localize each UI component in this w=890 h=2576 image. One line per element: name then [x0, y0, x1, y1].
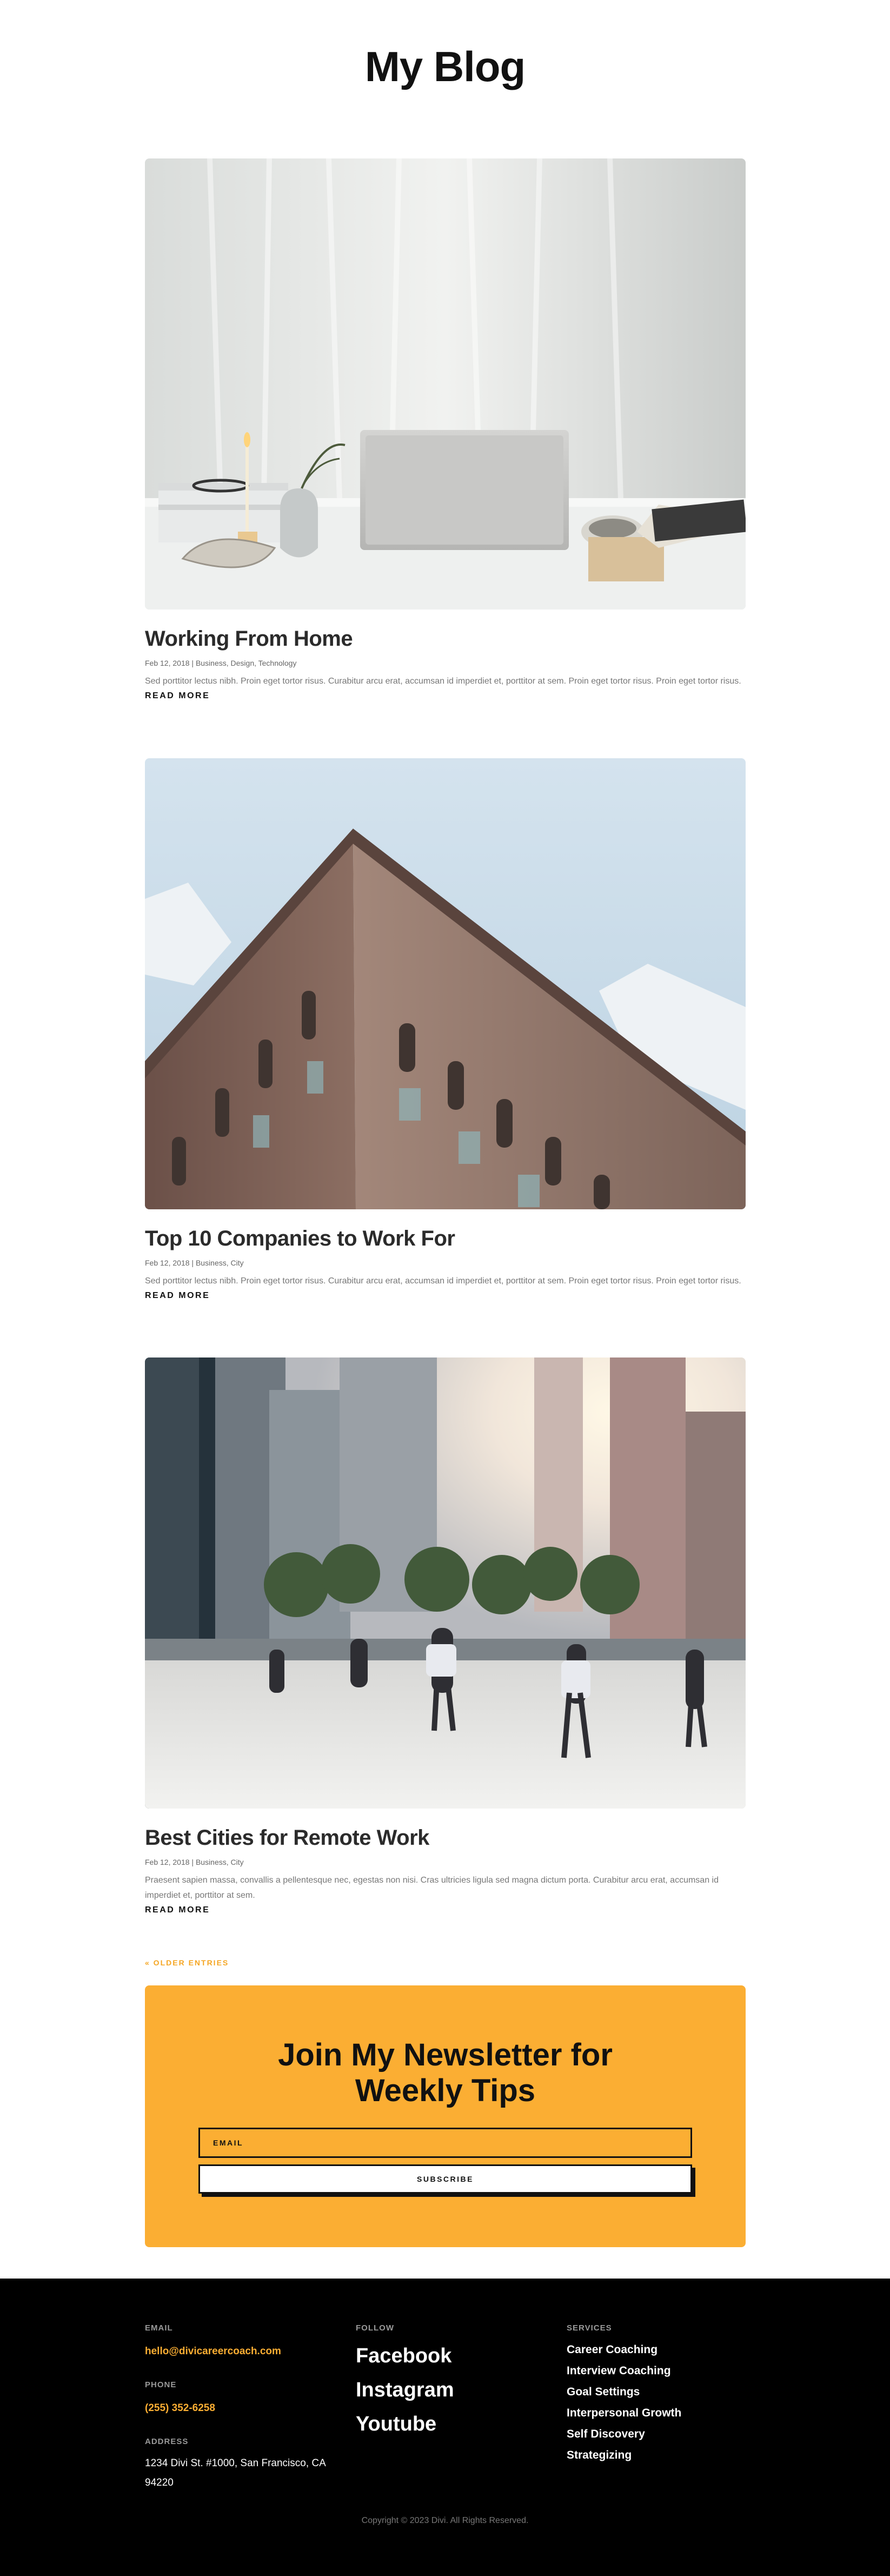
blog-post: Best Cities for Remote Work Feb 12, 2018…: [145, 1357, 746, 1915]
footer-address: 1234 Divi St. #1000, San Francisco, CA 9…: [145, 2458, 326, 2488]
phone-label: PHONE: [145, 2380, 177, 2389]
copyright-text: Copyright © 2023 Divi. All Rights Reserv…: [361, 2516, 529, 2525]
service-link[interactable]: Goal Settings: [567, 2381, 745, 2402]
post-excerpt: Sed porttitor lectus nibh. Proin eget to…: [145, 677, 741, 686]
footer-contact: EMAIL hello@divicareercoach.com PHONE (2…: [145, 2323, 329, 2493]
post-image-desk[interactable]: [145, 158, 746, 610]
footer-phone-link[interactable]: (255) 352-6258: [145, 2402, 329, 2414]
read-more-link[interactable]: READ MORE: [145, 1291, 210, 1301]
footer-services: SERVICES Career Coaching Interview Coach…: [567, 2323, 745, 2466]
service-link[interactable]: Career Coaching: [567, 2339, 745, 2360]
older-entries-link[interactable]: « OLDER ENTRIES: [145, 1958, 229, 1967]
read-more-link[interactable]: READ MORE: [145, 1905, 210, 1915]
newsletter-heading: Join My Newsletter for Weekly Tips: [278, 2037, 613, 2108]
service-link[interactable]: Strategizing: [567, 2445, 745, 2466]
service-link[interactable]: Interpersonal Growth: [567, 2402, 745, 2423]
facebook-link[interactable]: Facebook: [356, 2339, 518, 2373]
footer-email-link[interactable]: hello@divicareercoach.com: [145, 2346, 329, 2358]
post-meta: Feb 12, 2018 | Business, City: [145, 1259, 244, 1267]
post-title[interactable]: Top 10 Companies to Work For: [145, 1227, 746, 1251]
service-link[interactable]: Self Discovery: [567, 2423, 745, 2445]
post-image-building[interactable]: [145, 758, 746, 1209]
blog-post: Working From Home Feb 12, 2018 | Busines…: [145, 158, 746, 701]
read-more-link[interactable]: READ MORE: [145, 691, 210, 701]
post-excerpt: Praesent sapien massa, convallis a pelle…: [145, 1876, 719, 1900]
address-label: ADDRESS: [145, 2437, 189, 2446]
blog-post: Top 10 Companies to Work For Feb 12, 201…: [145, 758, 746, 1301]
post-categories[interactable]: Business, Design, Technology: [196, 659, 297, 667]
footer-social: FOLLOW Facebook Instagram Youtube: [356, 2323, 518, 2441]
follow-label: FOLLOW: [356, 2323, 394, 2333]
services-label: SERVICES: [567, 2323, 612, 2333]
post-categories[interactable]: Business, City: [196, 1858, 244, 1866]
service-link[interactable]: Interview Coaching: [567, 2360, 745, 2381]
email-field[interactable]: [198, 2128, 692, 2158]
youtube-link[interactable]: Youtube: [356, 2407, 518, 2441]
post-date: Feb 12, 2018: [145, 1858, 190, 1866]
post-excerpt: Sed porttitor lectus nibh. Proin eget to…: [145, 1276, 741, 1286]
post-image-city-street[interactable]: [145, 1357, 746, 1809]
post-categories[interactable]: Business, City: [196, 1259, 244, 1267]
post-title[interactable]: Best Cities for Remote Work: [145, 1826, 746, 1850]
footer: EMAIL hello@divicareercoach.com PHONE (2…: [0, 2279, 890, 2576]
instagram-link[interactable]: Instagram: [356, 2373, 518, 2407]
post-meta: Feb 12, 2018 | Business, City: [145, 1858, 244, 1866]
post-date: Feb 12, 2018: [145, 1259, 190, 1267]
post-title[interactable]: Working From Home: [145, 627, 746, 651]
post-date: Feb 12, 2018: [145, 659, 190, 667]
page-title: My Blog: [364, 43, 526, 90]
email-label: EMAIL: [145, 2323, 173, 2333]
subscribe-button[interactable]: SUBSCRIBE: [198, 2164, 692, 2194]
post-meta: Feb 12, 2018 | Business, Design, Technol…: [145, 659, 297, 667]
newsletter-section: Join My Newsletter for Weekly Tips SUBSC…: [145, 1985, 746, 2247]
